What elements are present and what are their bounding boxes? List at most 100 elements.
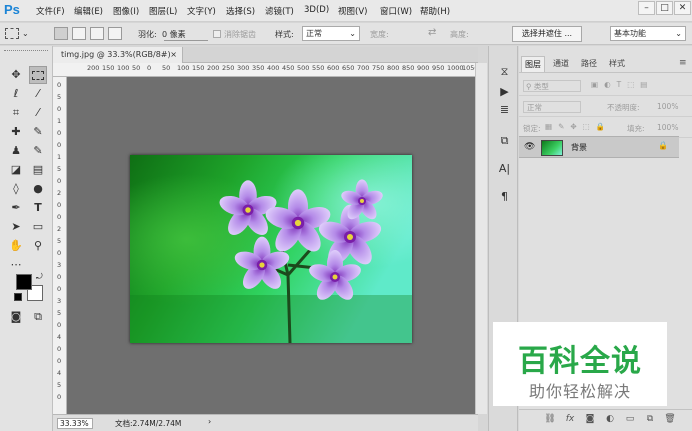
history-brush-tool-icon[interactable]: ✎ bbox=[29, 142, 47, 160]
fx-icon[interactable]: fx bbox=[563, 414, 577, 424]
swap-icon: ⇄ bbox=[428, 27, 437, 38]
layer-item-background[interactable]: 👁 背景 🔒 bbox=[519, 136, 679, 158]
character-icon[interactable]: A| bbox=[496, 161, 513, 177]
quick-mask-icon[interactable]: ◙ bbox=[7, 308, 25, 326]
ruler-left-tick: 3 bbox=[57, 261, 62, 269]
delete-layer-icon[interactable]: 🗑 bbox=[663, 414, 677, 424]
tab-paths[interactable]: 路径 bbox=[577, 56, 601, 72]
more-tools-icon[interactable]: ⋯ bbox=[7, 256, 25, 274]
crop-tool-icon[interactable]: ⌗ bbox=[7, 104, 25, 122]
clone-stamp-tool-icon[interactable]: ♟ bbox=[7, 142, 25, 160]
eyedropper-tool-icon[interactable]: ⁄ bbox=[29, 104, 47, 122]
path-selection-tool-icon[interactable]: ➤ bbox=[7, 218, 25, 236]
select-and-mask-button[interactable]: 选择并遮住 ... bbox=[512, 26, 582, 42]
lasso-tool-icon[interactable]: ℓ bbox=[7, 85, 25, 103]
foreground-color-swatch[interactable] bbox=[16, 274, 32, 290]
actions-play-icon[interactable]: ▶ bbox=[496, 84, 513, 100]
marquee-tool-icon[interactable] bbox=[29, 66, 47, 84]
ruler-left-tick: 0 bbox=[57, 285, 62, 293]
menu-layer[interactable]: 图层(L) bbox=[149, 5, 177, 17]
opacity-value[interactable]: 100% bbox=[657, 102, 678, 111]
opacity-label: 不透明度: bbox=[607, 103, 640, 112]
marquee-preset-icon[interactable] bbox=[5, 28, 19, 39]
add-selection-icon[interactable] bbox=[72, 27, 86, 40]
move-tool-icon[interactable]: ✥ bbox=[7, 66, 25, 84]
menu-filter[interactable]: 滤镜(T) bbox=[265, 5, 294, 17]
adjustment-layer-icon[interactable]: ◐ bbox=[603, 414, 617, 424]
pen-tool-icon[interactable]: ✒ bbox=[7, 199, 25, 217]
new-selection-icon[interactable] bbox=[54, 27, 68, 40]
new-group-icon[interactable]: ▭ bbox=[623, 414, 637, 424]
close-tab-icon[interactable]: × bbox=[170, 47, 177, 63]
blend-row: 正常 不透明度: 100% bbox=[519, 97, 692, 117]
fill-value[interactable]: 100% bbox=[657, 123, 678, 132]
document-image[interactable] bbox=[130, 155, 412, 343]
menu-select[interactable]: 选择(S) bbox=[226, 5, 255, 17]
minimize-button[interactable]: – bbox=[638, 1, 655, 15]
ruler-top-tick: 650 bbox=[342, 64, 355, 72]
filter-kind-select[interactable]: ⚲ 类型 bbox=[523, 80, 581, 92]
properties-icon[interactable]: ≣ bbox=[496, 102, 513, 118]
menu-3d[interactable]: 3D(D) bbox=[304, 5, 329, 15]
healing-brush-tool-icon[interactable]: ✚ bbox=[7, 123, 25, 141]
tab-channels[interactable]: 通道 bbox=[549, 56, 573, 72]
type-tool-icon[interactable]: T bbox=[29, 199, 47, 217]
default-colors-icon[interactable] bbox=[14, 293, 22, 301]
fill-label: 填充: bbox=[627, 124, 645, 133]
tab-styles[interactable]: 样式 bbox=[605, 56, 629, 72]
hand-tool-icon[interactable]: ✋ bbox=[7, 237, 25, 255]
lock-icons[interactable]: ▦✎✥⬚🔒 bbox=[545, 122, 611, 131]
paragraph-icon[interactable]: ¶ bbox=[496, 189, 513, 205]
close-button[interactable]: ✕ bbox=[674, 1, 691, 15]
tab-divider bbox=[519, 72, 692, 73]
chevron-down-icon[interactable]: ⌄ bbox=[22, 29, 29, 38]
ruler-left-tick: 4 bbox=[57, 369, 62, 377]
zoom-tool-icon[interactable]: ⚲ bbox=[29, 237, 47, 255]
intersect-selection-icon[interactable] bbox=[108, 27, 122, 40]
feather-value[interactable]: 0 像素 bbox=[162, 29, 186, 40]
style-select[interactable]: 正常 ⌄ bbox=[302, 26, 360, 41]
menu-view[interactable]: 视图(V) bbox=[338, 5, 367, 17]
history-icon[interactable]: ⧖ bbox=[496, 64, 513, 80]
document-tab[interactable]: timg.jpg @ 33.3%(RGB/8#) × bbox=[53, 47, 183, 63]
ruler-left-tick: 0 bbox=[57, 81, 62, 89]
new-layer-icon[interactable]: ⧉ bbox=[643, 414, 657, 424]
shape-tool-icon[interactable]: ▭ bbox=[29, 218, 47, 236]
ruler-left-tick: 4 bbox=[57, 333, 62, 341]
menu-window[interactable]: 窗口(W) bbox=[380, 5, 412, 17]
width-label: 宽度: bbox=[370, 30, 389, 39]
menu-help[interactable]: 帮助(H) bbox=[420, 5, 450, 17]
ruler-top-tick: 100 bbox=[117, 64, 130, 72]
swap-colors-icon[interactable]: ⤾ bbox=[36, 272, 43, 282]
subtract-selection-icon[interactable] bbox=[90, 27, 104, 40]
eraser-tool-icon[interactable]: ◪ bbox=[7, 161, 25, 179]
maximize-button[interactable]: □ bbox=[656, 1, 673, 15]
tab-layers[interactable]: 图层 bbox=[521, 56, 545, 72]
antialias-checkbox[interactable] bbox=[213, 30, 221, 38]
dodge-tool-icon[interactable]: ● bbox=[29, 180, 47, 198]
menu-edit[interactable]: 编辑(E) bbox=[74, 5, 103, 17]
brush-tool-icon[interactable]: ✎ bbox=[29, 123, 47, 141]
add-mask-icon[interactable]: ◙ bbox=[583, 414, 597, 424]
panel-menu-icon[interactable]: ≡ bbox=[679, 58, 687, 68]
visibility-eye-icon[interactable]: 👁 bbox=[524, 142, 535, 152]
ruler-top-tick: 50 bbox=[162, 64, 171, 72]
gradient-tool-icon[interactable]: ▤ bbox=[29, 161, 47, 179]
blend-mode-select[interactable]: 正常 bbox=[523, 101, 581, 113]
link-layers-icon[interactable]: ⛓ bbox=[543, 414, 557, 424]
screen-mode-icon[interactable]: ⧉ bbox=[29, 308, 47, 326]
status-bar: 33.33% 文档:2.74M/2.74M › bbox=[53, 414, 478, 431]
vertical-scrollbar[interactable] bbox=[475, 63, 487, 414]
clone-source-icon[interactable]: ⧉ bbox=[496, 133, 513, 149]
filter-icons[interactable]: ▣◐T⬚▤ bbox=[591, 80, 653, 89]
magic-wand-tool-icon[interactable]: ⁄ bbox=[29, 85, 47, 103]
menu-file[interactable]: 文件(F) bbox=[36, 5, 65, 17]
menu-image[interactable]: 图像(I) bbox=[113, 5, 139, 17]
ruler-top-tick: 950 bbox=[432, 64, 445, 72]
zoom-field[interactable]: 33.33% bbox=[57, 418, 93, 429]
workspace-select[interactable]: 基本功能 ⌄ bbox=[610, 26, 686, 41]
menu-type[interactable]: 文字(Y) bbox=[187, 5, 216, 17]
ruler-left-tick: 0 bbox=[57, 321, 62, 329]
blur-tool-icon[interactable]: ◊ bbox=[7, 180, 25, 198]
chevron-right-icon[interactable]: › bbox=[208, 417, 211, 426]
